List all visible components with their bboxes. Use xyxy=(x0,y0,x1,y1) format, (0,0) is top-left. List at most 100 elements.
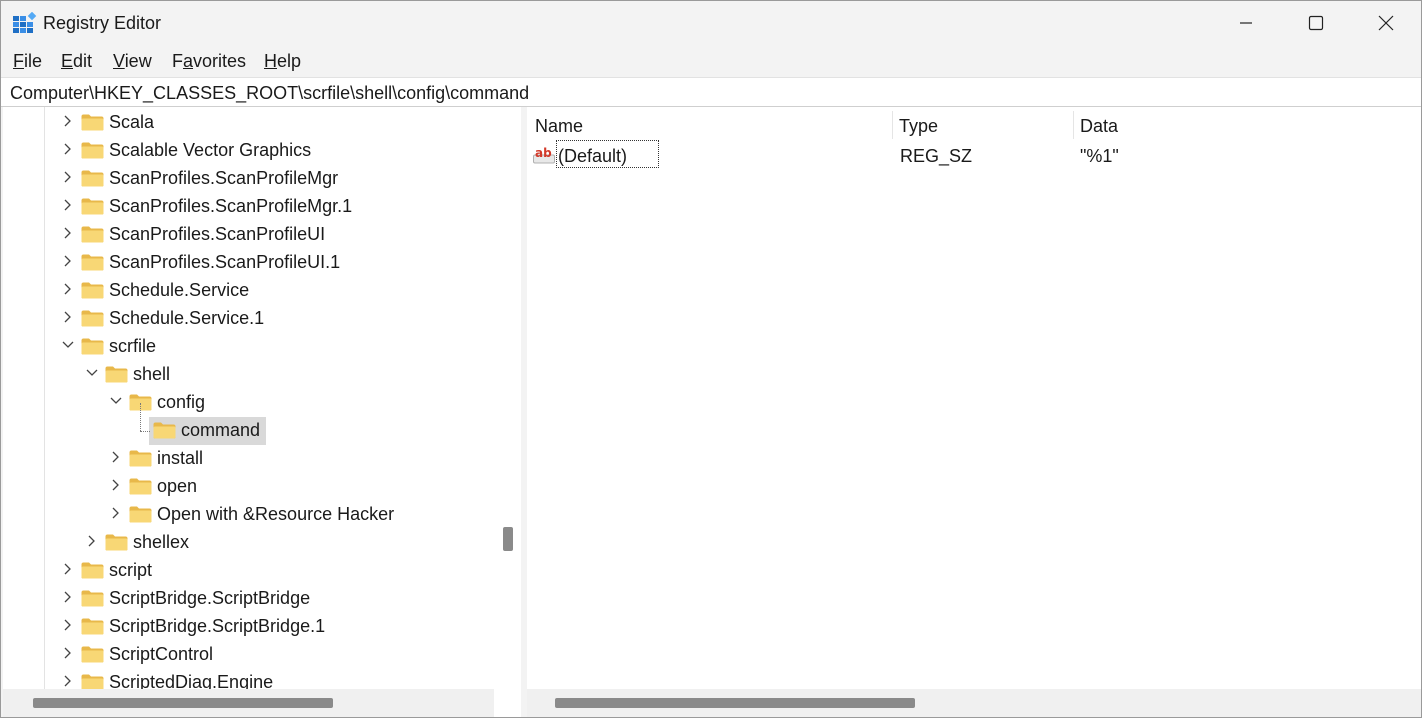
tree-item-label: Scala xyxy=(109,112,155,132)
tree-item-label: Scalable Vector Graphics xyxy=(109,140,312,160)
values-list-pane[interactable]: Name Type Data ab (Default) REG_SZ "%1" xyxy=(527,107,1421,717)
column-header-name[interactable]: Name xyxy=(535,116,583,137)
registry-editor-icon xyxy=(13,12,37,33)
close-button[interactable] xyxy=(1351,1,1421,45)
chevron-right-icon[interactable] xyxy=(61,310,75,324)
tree-item[interactable]: shellex xyxy=(3,529,493,557)
tree-item-label: ScanProfiles.ScanProfileUI xyxy=(109,224,326,244)
value-name[interactable]: (Default) xyxy=(558,146,627,167)
chevron-right-icon[interactable] xyxy=(61,198,75,212)
minimize-button[interactable] xyxy=(1211,1,1281,45)
column-header-data[interactable]: Data xyxy=(1080,116,1118,137)
tree-item[interactable]: ScriptBridge.ScriptBridge.1 xyxy=(3,613,493,641)
key-tree-pane[interactable]: Scala Scalable Vector Graphics ScanProfile… xyxy=(3,107,521,717)
chevron-right-icon[interactable] xyxy=(61,674,75,688)
tree-item-label: ScriptControl xyxy=(109,644,214,664)
folder-icon xyxy=(81,114,104,131)
tree-item-label: ScriptBridge.ScriptBridge.1 xyxy=(109,616,326,636)
tree-item-label: shell xyxy=(133,364,171,384)
chevron-right-icon[interactable] xyxy=(61,170,75,184)
tree-item[interactable]: open xyxy=(3,473,493,501)
tree-item[interactable]: ScanProfiles.ScanProfileUI.1 xyxy=(3,249,493,277)
value-data: "%1" xyxy=(1080,146,1119,166)
chevron-down-icon[interactable] xyxy=(61,338,75,352)
tree-connector-line xyxy=(140,431,150,432)
chevron-right-icon[interactable] xyxy=(61,590,75,604)
tree-item-label: command xyxy=(181,420,261,440)
address-path[interactable]: Computer\HKEY_CLASSES_ROOT\scrfile\shell… xyxy=(10,83,529,104)
folder-icon xyxy=(81,646,104,663)
tree-item[interactable]: Scala xyxy=(3,109,493,137)
maximize-button[interactable] xyxy=(1281,1,1351,45)
folder-icon xyxy=(129,506,152,523)
tree-item[interactable]: config xyxy=(3,389,493,417)
tree-item[interactable]: ScriptBridge.ScriptBridge xyxy=(3,585,493,613)
chevron-right-icon[interactable] xyxy=(61,646,75,660)
tree-item[interactable]: Open with &Resource Hacker xyxy=(3,501,493,529)
list-horizontal-scrollbar-thumb[interactable] xyxy=(555,698,915,708)
menu-help[interactable]: Help xyxy=(264,51,301,72)
tree-item-label: ScanProfiles.ScanProfileUI.1 xyxy=(109,252,341,272)
menu-edit[interactable]: Edit xyxy=(61,51,92,72)
tree-item-label: shellex xyxy=(133,532,190,552)
chevron-down-icon[interactable] xyxy=(109,394,123,408)
chevron-right-icon[interactable] xyxy=(61,618,75,632)
tree-item[interactable]: shell xyxy=(3,361,493,389)
tree-item-label: ScriptBridge.ScriptBridge xyxy=(109,588,311,608)
tree-item[interactable]: scrfile xyxy=(3,333,493,361)
tree-connector-line xyxy=(140,403,141,431)
tree-item[interactable]: Scalable Vector Graphics xyxy=(3,137,493,165)
folder-icon xyxy=(81,590,104,607)
menu-view[interactable]: View xyxy=(113,51,152,72)
chevron-right-icon[interactable] xyxy=(61,254,75,268)
chevron-right-icon[interactable] xyxy=(61,142,75,156)
tree-item-label: Open with &Resource Hacker xyxy=(157,504,395,524)
tree-vertical-scrollbar-thumb[interactable] xyxy=(503,527,513,551)
menu-favorites[interactable]: Favorites xyxy=(172,51,246,72)
folder-icon xyxy=(81,338,104,355)
tree-item-label: Schedule.Service.1 xyxy=(109,308,265,328)
tree-item-label: open xyxy=(157,476,198,496)
chevron-right-icon[interactable] xyxy=(61,226,75,240)
chevron-right-icon[interactable] xyxy=(109,478,123,492)
tree-item[interactable]: script xyxy=(3,557,493,585)
tree-item-label: script xyxy=(109,560,153,580)
tree-item[interactable]: Schedule.Service.1 xyxy=(3,305,493,333)
folder-icon xyxy=(129,450,152,467)
folder-icon xyxy=(81,198,104,215)
folder-icon xyxy=(105,366,128,383)
tree-horizontal-scrollbar-thumb[interactable] xyxy=(33,698,333,708)
chevron-right-icon[interactable] xyxy=(61,562,75,576)
registry-editor-window: Registry Editor File Edit View Favorites… xyxy=(0,0,1422,718)
tree-item-label: config xyxy=(157,392,206,412)
folder-icon xyxy=(81,170,104,187)
chevron-right-icon[interactable] xyxy=(109,450,123,464)
window-title: Registry Editor xyxy=(43,13,162,33)
minimize-icon xyxy=(1240,22,1252,24)
menu-bar: File Edit View Favorites Help xyxy=(1,45,1421,77)
address-bar[interactable]: Computer\HKEY_CLASSES_ROOT\scrfile\shell… xyxy=(1,77,1421,107)
menu-file[interactable]: File xyxy=(13,51,42,72)
tree-item[interactable]: command xyxy=(3,403,493,445)
chevron-down-icon[interactable] xyxy=(85,366,99,380)
tree-item[interactable]: ScanProfiles.ScanProfileMgr.1 xyxy=(3,193,493,221)
tree-item[interactable]: Schedule.Service xyxy=(3,277,493,305)
list-horizontal-scrollbar[interactable] xyxy=(527,689,1421,717)
svg-text:ab: ab xyxy=(535,146,552,160)
chevron-right-icon[interactable] xyxy=(109,506,123,520)
tree-item-label: Schedule.Service xyxy=(109,280,250,300)
tree-item[interactable]: ScriptControl xyxy=(3,641,493,669)
column-header-type[interactable]: Type xyxy=(899,116,938,137)
value-type: REG_SZ xyxy=(900,146,973,166)
tree-horizontal-scrollbar[interactable] xyxy=(3,689,494,717)
column-separator[interactable] xyxy=(892,111,893,139)
column-separator[interactable] xyxy=(1073,111,1074,139)
tree-item[interactable]: ScanProfiles.ScanProfileUI xyxy=(3,221,493,249)
chevron-right-icon[interactable] xyxy=(85,534,99,548)
folder-icon xyxy=(105,534,128,551)
tree-item[interactable]: ScanProfiles.ScanProfileMgr xyxy=(3,165,493,193)
maximize-icon xyxy=(1308,15,1324,31)
chevron-right-icon[interactable] xyxy=(61,114,75,128)
chevron-right-icon[interactable] xyxy=(61,282,75,296)
tree-item[interactable]: install xyxy=(3,445,493,473)
